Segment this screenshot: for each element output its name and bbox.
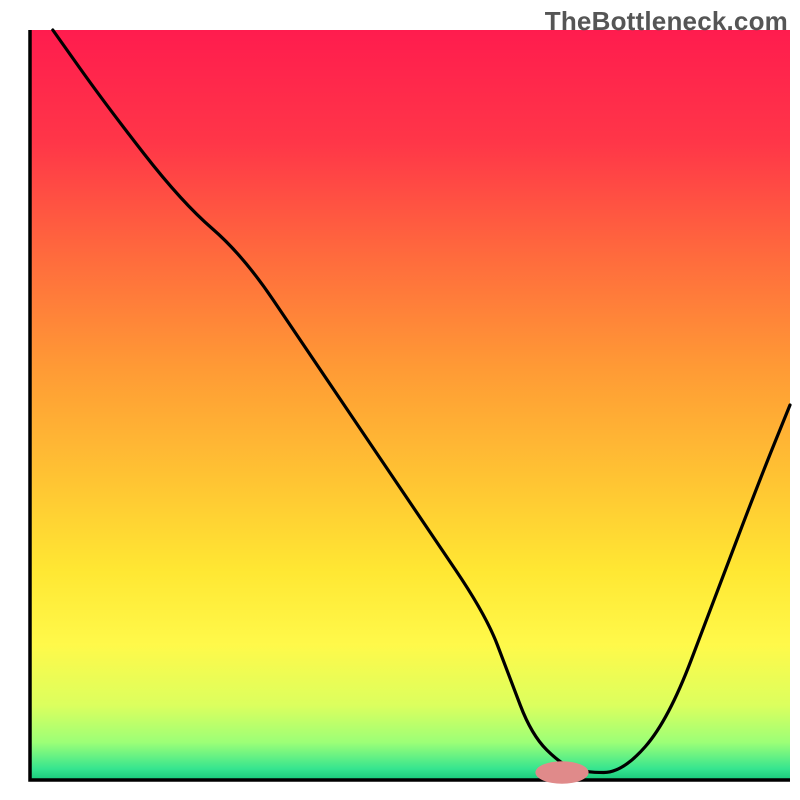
chart-container: TheBottleneck.com — [0, 0, 800, 800]
bottleneck-chart — [0, 0, 800, 800]
optimum-marker — [535, 761, 588, 784]
plot-background — [30, 30, 790, 780]
